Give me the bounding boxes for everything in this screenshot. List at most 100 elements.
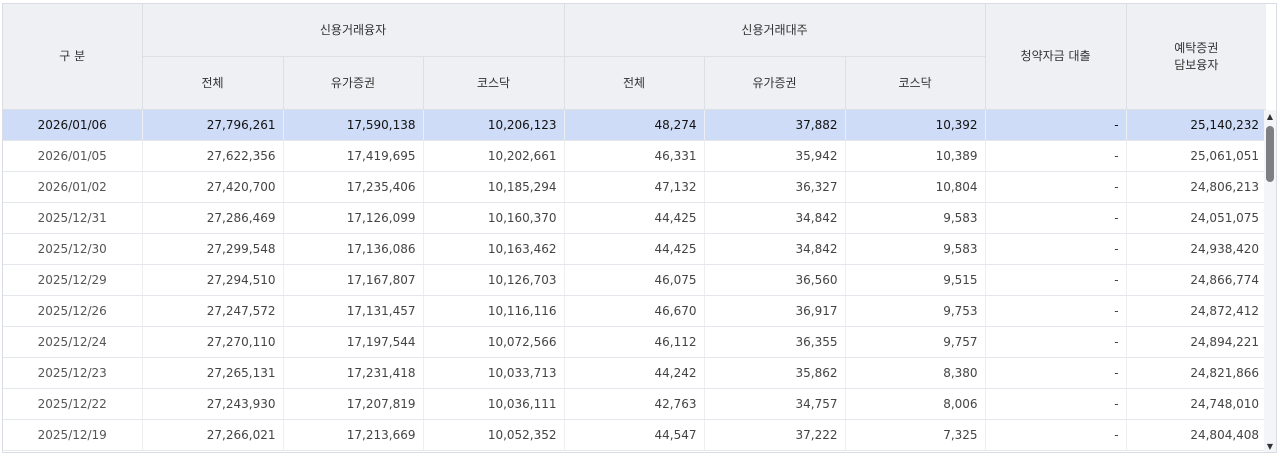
cell-date: 2025/12/31 <box>3 202 143 234</box>
cell-subscription-loan: - <box>985 264 1127 296</box>
cell-date: 2025/12/30 <box>3 233 143 265</box>
cell-date: 2026/01/05 <box>3 140 143 172</box>
table-row[interactable]: 2025/12/26 27,247,572 17,131,457 10,116,116… <box>3 295 1267 327</box>
header-subscription-loan: 청약자금 대출 <box>985 4 1127 110</box>
cell-loans-total: 46,075 <box>564 264 705 296</box>
cell-loans-kospi: 36,327 <box>704 171 846 203</box>
cell-date: 2025/12/23 <box>3 357 143 389</box>
cell-users-total: 27,243,930 <box>142 388 284 420</box>
scroll-thumb[interactable] <box>1266 126 1274 182</box>
cell-users-kospi: 17,131,457 <box>283 295 424 327</box>
cell-loans-kospi: 34,842 <box>704 233 846 265</box>
cell-subscription-loan: - <box>985 140 1127 172</box>
cell-deposit-loan: 24,804,408 <box>1126 419 1267 451</box>
cell-subscription-loan: - <box>985 295 1127 327</box>
table-row[interactable]: 2026/01/06 27,796,261 17,590,138 10,206,123… <box>3 109 1267 141</box>
cell-loans-kosdaq: 7,325 <box>845 419 986 451</box>
cell-subscription-loan: - <box>985 388 1127 420</box>
scroll-down-arrow-icon[interactable]: ▼ <box>1265 442 1275 452</box>
cell-loans-total: 46,331 <box>564 140 705 172</box>
cell-subscription-loan: - <box>985 419 1127 451</box>
table-row[interactable]: 2025/12/22 27,243,930 17,207,819 10,036,111… <box>3 388 1267 420</box>
cell-date: 2025/12/24 <box>3 326 143 358</box>
cell-loans-total: 46,112 <box>564 326 705 358</box>
table-row[interactable]: 2025/12/31 27,286,469 17,126,099 10,160,370… <box>3 202 1267 234</box>
cell-users-kospi: 17,167,807 <box>283 264 424 296</box>
cell-subscription-loan: - <box>985 326 1127 358</box>
cell-users-kosdaq: 10,126,703 <box>423 264 565 296</box>
credit-balance-grid: 구 분 신용거래융자 신용거래대주 청약자금 대출 예탁증권 담보융자 전체 유… <box>2 3 1277 453</box>
cell-users-kospi: 17,231,418 <box>283 357 424 389</box>
cell-loans-total: 44,547 <box>564 419 705 451</box>
vertical-scrollbar[interactable]: ▲ ▼ <box>1264 110 1276 452</box>
header-loans-kospi: 유가증권 <box>704 56 846 110</box>
cell-loans-kospi: 36,560 <box>704 264 846 296</box>
cell-subscription-loan: - <box>985 357 1127 389</box>
cell-users-kosdaq: 10,072,566 <box>423 326 565 358</box>
cell-deposit-loan: 24,866,774 <box>1126 264 1267 296</box>
cell-deposit-loan: 24,051,075 <box>1126 202 1267 234</box>
cell-users-kospi: 17,590,138 <box>283 109 424 141</box>
cell-users-total: 27,420,700 <box>142 171 284 203</box>
cell-loans-kospi: 36,355 <box>704 326 846 358</box>
cell-users-kosdaq: 10,206,123 <box>423 109 565 141</box>
cell-loans-total: 42,763 <box>564 388 705 420</box>
table-row[interactable]: 2025/12/19 27,266,021 17,213,669 10,052,352… <box>3 419 1267 451</box>
table-row[interactable]: 2025/12/24 27,270,110 17,197,544 10,072,566… <box>3 326 1267 358</box>
cell-loans-kospi: 35,862 <box>704 357 846 389</box>
table-body: 2026/01/06 27,796,261 17,590,138 10,206,123… <box>3 109 1267 451</box>
scroll-up-arrow-icon[interactable]: ▲ <box>1265 112 1275 122</box>
cell-users-kosdaq: 10,202,661 <box>423 140 565 172</box>
header-credit-loans: 신용거래대주 <box>564 4 986 57</box>
cell-loans-kosdaq: 9,583 <box>845 202 986 234</box>
cell-users-kosdaq: 10,160,370 <box>423 202 565 234</box>
cell-deposit-loan: 24,748,010 <box>1126 388 1267 420</box>
header-deposit-line2: 담보융자 <box>1174 57 1219 72</box>
cell-users-kosdaq: 10,116,116 <box>423 295 565 327</box>
cell-users-kosdaq: 10,052,352 <box>423 419 565 451</box>
cell-deposit-loan: 24,938,420 <box>1126 233 1267 265</box>
cell-users-kosdaq: 10,163,462 <box>423 233 565 265</box>
cell-loans-kosdaq: 9,583 <box>845 233 986 265</box>
cell-users-kosdaq: 10,036,111 <box>423 388 565 420</box>
cell-deposit-loan: 24,806,213 <box>1126 171 1267 203</box>
cell-users-total: 27,247,572 <box>142 295 284 327</box>
cell-loans-total: 44,425 <box>564 202 705 234</box>
credit-balance-table: 구 분 신용거래융자 신용거래대주 청약자금 대출 예탁증권 담보융자 전체 유… <box>3 4 1267 451</box>
cell-loans-kosdaq: 10,392 <box>845 109 986 141</box>
table-row[interactable]: 2025/12/30 27,299,548 17,136,086 10,163,462… <box>3 233 1267 265</box>
table-row[interactable]: 2025/12/29 27,294,510 17,167,807 10,126,703… <box>3 264 1267 296</box>
cell-users-kospi: 17,207,819 <box>283 388 424 420</box>
header-division: 구 분 <box>3 4 143 110</box>
cell-loans-kospi: 36,917 <box>704 295 846 327</box>
table-row[interactable]: 2025/12/23 27,265,131 17,231,418 10,033,713… <box>3 357 1267 389</box>
header-credit-users: 신용거래융자 <box>142 4 565 57</box>
cell-users-kospi: 17,235,406 <box>283 171 424 203</box>
cell-loans-total: 44,242 <box>564 357 705 389</box>
cell-users-total: 27,796,261 <box>142 109 284 141</box>
cell-loans-kospi: 37,222 <box>704 419 846 451</box>
cell-loans-total: 44,425 <box>564 233 705 265</box>
cell-users-total: 27,266,021 <box>142 419 284 451</box>
cell-loans-total: 47,132 <box>564 171 705 203</box>
header-users-kosdaq: 코스닥 <box>423 56 565 110</box>
cell-users-kospi: 17,419,695 <box>283 140 424 172</box>
header-loans-kosdaq: 코스닥 <box>845 56 986 110</box>
cell-loans-kospi: 35,942 <box>704 140 846 172</box>
cell-users-kosdaq: 10,033,713 <box>423 357 565 389</box>
cell-deposit-loan: 25,140,232 <box>1126 109 1267 141</box>
header-users-total: 전체 <box>142 56 284 110</box>
cell-users-total: 27,294,510 <box>142 264 284 296</box>
cell-users-kospi: 17,136,086 <box>283 233 424 265</box>
cell-loans-kospi: 34,757 <box>704 388 846 420</box>
cell-loans-kosdaq: 10,804 <box>845 171 986 203</box>
cell-users-total: 27,286,469 <box>142 202 284 234</box>
cell-loans-kospi: 37,882 <box>704 109 846 141</box>
cell-loans-total: 48,274 <box>564 109 705 141</box>
table-row[interactable]: 2026/01/02 27,420,700 17,235,406 10,185,294… <box>3 171 1267 203</box>
cell-date: 2025/12/22 <box>3 388 143 420</box>
cell-date: 2026/01/06 <box>3 109 143 141</box>
header-users-kospi: 유가증권 <box>283 56 424 110</box>
table-row[interactable]: 2026/01/05 27,622,356 17,419,695 10,202,661… <box>3 140 1267 172</box>
cell-loans-kosdaq: 8,380 <box>845 357 986 389</box>
